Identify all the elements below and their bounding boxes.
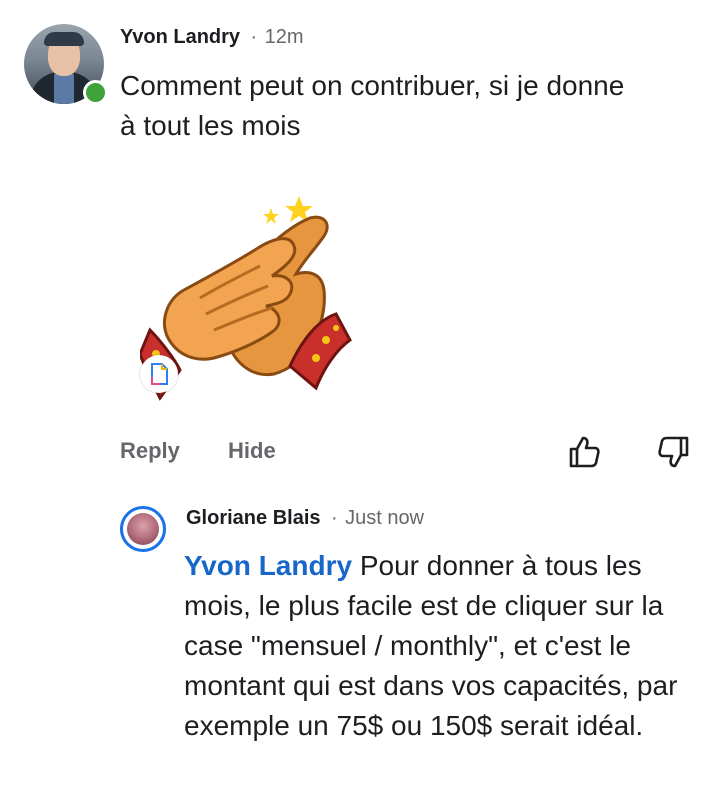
separator: · [250,26,258,48]
file-icon [151,363,168,385]
mention-link[interactable]: Yvon Landry [184,550,352,581]
avatar-gloriane[interactable] [120,506,166,552]
comment-text: Comment peut on contribuer, si je donne … [120,70,625,141]
file-badge[interactable] [140,355,178,393]
reply-button[interactable]: Reply [120,438,180,464]
author-name[interactable]: Yvon Landry [120,26,240,48]
reply-author-name[interactable]: Gloriane Blais [186,507,321,529]
reply-text: Yvon Landry Pour donner à tous les mois,… [184,546,704,746]
hide-button[interactable]: Hide [228,438,276,464]
thumbs-down-icon[interactable] [656,434,692,470]
comment-header: Yvon Landry · 12m [120,26,304,49]
separator: · [330,507,338,529]
thumbs-up-icon[interactable] [566,434,602,470]
reply-timestamp[interactable]: Just now [345,507,424,529]
online-status-icon [83,80,108,105]
reply-header: Gloriane Blais · Just now [186,507,424,530]
timestamp[interactable]: 12m [265,26,304,48]
